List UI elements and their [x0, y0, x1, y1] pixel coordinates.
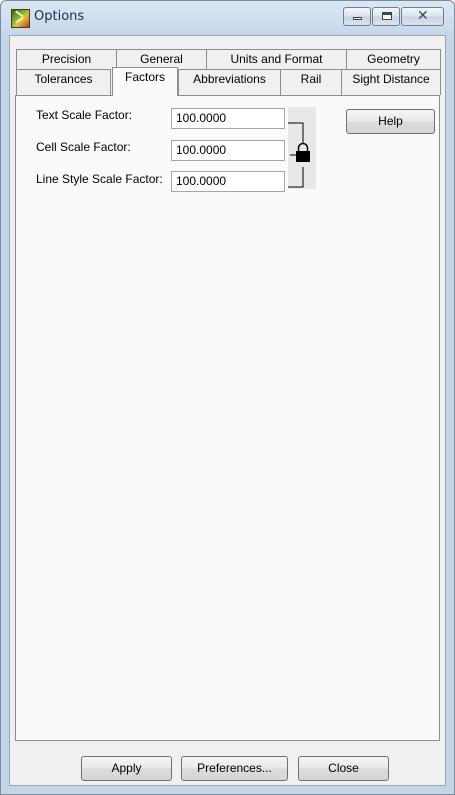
cell-scale-factor-label: Cell Scale Factor: — [36, 140, 131, 154]
factors-panel: Text Scale Factor: 100.0000 Cell Scale F… — [15, 95, 440, 741]
close-window-button[interactable]: ✕ — [401, 7, 444, 26]
scale-lock-toggle[interactable] — [288, 107, 316, 189]
preferences-button[interactable]: Preferences... — [181, 756, 288, 781]
minimize-icon — [353, 17, 362, 20]
tab-units-and-format[interactable]: Units and Format — [206, 49, 347, 69]
tab-rail[interactable]: Rail — [280, 69, 342, 95]
tab-sight-distance[interactable]: Sight Distance — [341, 69, 441, 95]
title-bar[interactable]: Options ✕ — [1, 1, 454, 35]
cell-scale-factor-field[interactable]: 100.0000 — [171, 140, 285, 161]
line-style-scale-factor-label: Line Style Scale Factor: — [36, 172, 163, 186]
minimize-button[interactable] — [343, 7, 371, 26]
dialog-client: Precision General Units and Format Geome… — [9, 35, 446, 786]
line-style-scale-factor-field[interactable]: 100.0000 — [171, 171, 285, 192]
help-button[interactable]: Help — [346, 109, 435, 134]
close-icon: ✕ — [417, 8, 429, 24]
window-title: Options — [34, 9, 85, 24]
apply-button[interactable]: Apply — [81, 756, 172, 781]
app-icon — [11, 9, 30, 28]
lock-icon — [288, 122, 310, 188]
text-scale-factor-label: Text Scale Factor: — [36, 108, 133, 122]
tab-geometry[interactable]: Geometry — [346, 49, 441, 69]
text-scale-factor-field[interactable]: 100.0000 — [171, 108, 285, 129]
maximize-icon — [382, 12, 392, 20]
tab-precision[interactable]: Precision — [16, 49, 117, 69]
close-button[interactable]: Close — [298, 756, 389, 781]
tab-general[interactable]: General — [116, 49, 207, 69]
tab-factors[interactable]: Factors — [112, 67, 178, 96]
options-window: Options ✕ Precision General Units and Fo… — [0, 0, 455, 795]
tab-abbreviations[interactable]: Abbreviations — [178, 69, 281, 95]
tab-tolerances[interactable]: Tolerances — [16, 69, 111, 95]
maximize-button[interactable] — [372, 7, 400, 26]
